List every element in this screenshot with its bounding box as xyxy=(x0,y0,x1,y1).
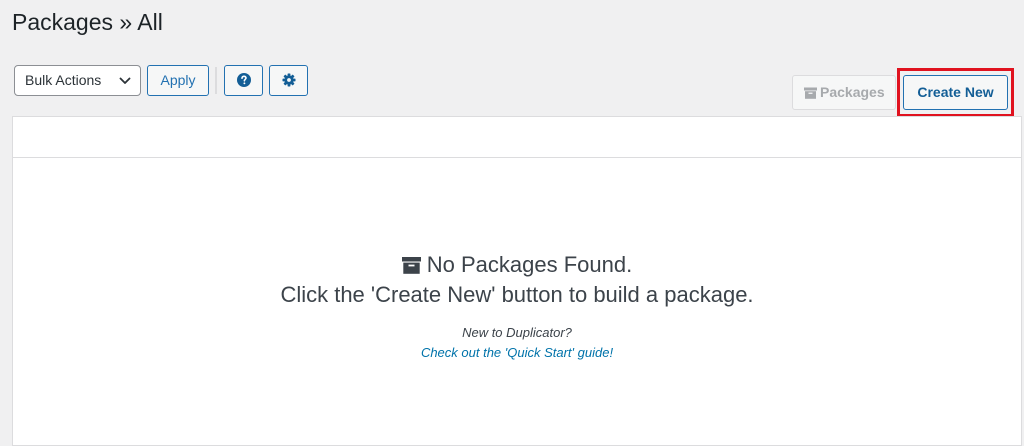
panel-header xyxy=(13,117,1021,158)
help-button[interactable] xyxy=(224,65,263,96)
quick-start-guide-link-row: Check out the 'Quick Start' guide! xyxy=(13,344,1021,362)
archive-icon xyxy=(401,257,421,274)
apply-button[interactable]: Apply xyxy=(147,65,209,96)
packages-button[interactable]: Packages xyxy=(792,75,896,110)
gear-icon xyxy=(282,73,296,87)
packages-button-label: Packages xyxy=(820,84,885,100)
quick-start-guide-link[interactable]: Check out the 'Quick Start' guide! xyxy=(421,345,613,360)
settings-button[interactable] xyxy=(269,65,308,96)
bulk-actions-select[interactable]: Bulk Actions xyxy=(14,65,141,96)
page-title: Packages » All xyxy=(12,9,163,35)
bulk-actions-selected-value: Bulk Actions xyxy=(25,72,102,88)
create-new-button[interactable]: Create New xyxy=(903,75,1008,110)
new-to-text: New to Duplicator? xyxy=(462,325,572,340)
empty-state-title-text: No Packages Found. xyxy=(426,252,633,277)
archive-icon xyxy=(804,87,817,99)
chevron-down-icon xyxy=(119,77,131,84)
question-circle-icon xyxy=(237,73,251,87)
empty-state-title: No Packages Found. xyxy=(13,250,1021,280)
packages-panel: No Packages Found. Click the 'Create New… xyxy=(12,116,1022,446)
toolbar-divider xyxy=(215,67,217,94)
empty-state-subtitle: Click the 'Create New' button to build a… xyxy=(280,282,754,307)
